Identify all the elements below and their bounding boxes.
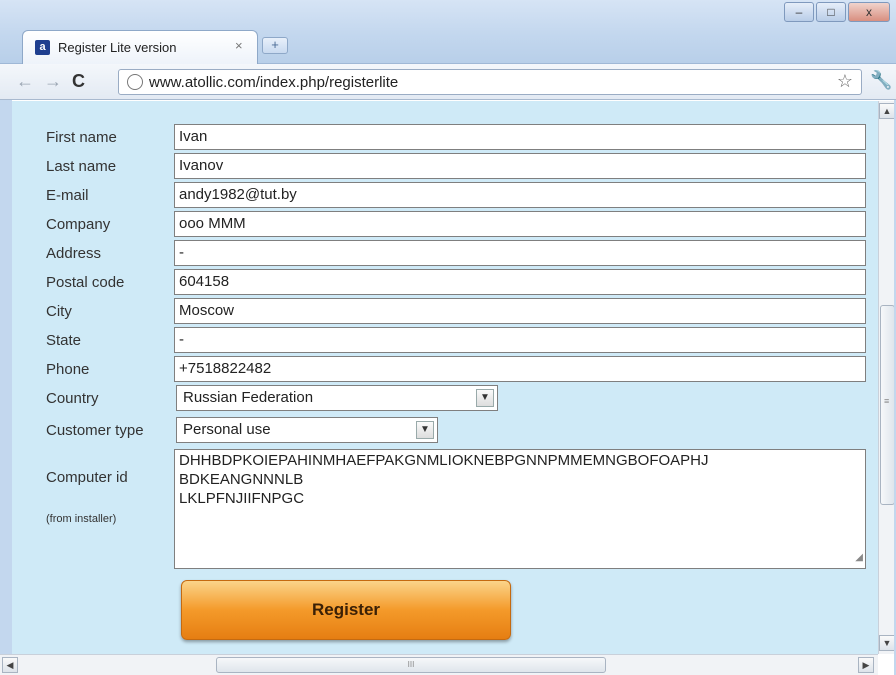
city-field[interactable]: Moscow bbox=[174, 298, 866, 324]
address-label: Address bbox=[46, 245, 102, 262]
atollic-favicon-icon: a bbox=[35, 40, 50, 55]
computer-id-line: LKLPFNJIIFNPGC bbox=[179, 490, 305, 507]
scroll-grip-icon: ≡ bbox=[884, 396, 890, 406]
new-tab-button[interactable]: + bbox=[262, 37, 288, 54]
minimize-button[interactable]: – bbox=[784, 2, 814, 22]
customer-type-label: Customer type bbox=[46, 422, 144, 439]
register-button[interactable]: Register bbox=[181, 580, 511, 640]
country-select[interactable]: Russian Federation ▼ bbox=[176, 385, 498, 411]
horizontal-scroll-thumb[interactable]: III bbox=[216, 657, 606, 673]
state-field[interactable]: - bbox=[174, 327, 866, 353]
computer-id-line: DHHBDPKOIEPAHINMHAEFPAKGNMLIOKNEBPGNNPMM… bbox=[179, 452, 709, 469]
close-window-button[interactable]: x bbox=[848, 2, 890, 22]
computer-id-textarea[interactable]: DHHBDPKOIEPAHINMHAEFPAKGNMLIOKNEBPGNNPMM… bbox=[174, 449, 866, 569]
last-name-label: Last name bbox=[46, 158, 117, 175]
horizontal-scrollbar[interactable]: ◀ III ▶ bbox=[0, 654, 878, 675]
scroll-right-icon[interactable]: ▶ bbox=[858, 657, 874, 673]
country-label: Country bbox=[46, 390, 99, 407]
tab-register-lite[interactable]: a Register Lite version × bbox=[22, 30, 258, 64]
address-bar[interactable]: www.atollic.com/index.php/registerlite ☆ bbox=[118, 69, 862, 95]
phone-label: Phone bbox=[46, 361, 90, 378]
company-field[interactable]: ooo MMM bbox=[174, 211, 866, 237]
window-controls: – □ x bbox=[782, 2, 890, 24]
scroll-down-icon[interactable]: ▼ bbox=[879, 635, 895, 651]
email-label: E-mail bbox=[46, 187, 89, 204]
computer-id-label: Computer id bbox=[46, 469, 128, 486]
browser-titlebar: a Register Lite version × + – □ x bbox=[0, 0, 896, 64]
customer-type-select[interactable]: Personal use ▼ bbox=[176, 417, 438, 443]
address-field[interactable]: - bbox=[174, 240, 866, 266]
tab-title: Register Lite version bbox=[58, 40, 177, 55]
first-name-field[interactable]: Ivan bbox=[174, 124, 866, 150]
scroll-left-icon[interactable]: ◀ bbox=[2, 657, 18, 673]
back-arrow-icon[interactable]: ← bbox=[16, 71, 34, 92]
globe-icon bbox=[127, 74, 143, 90]
email-field[interactable]: andy1982@tut.by bbox=[174, 182, 866, 208]
chevron-down-icon[interactable]: ▼ bbox=[416, 421, 434, 439]
maximize-button[interactable]: □ bbox=[816, 2, 846, 22]
tab-close-icon[interactable]: × bbox=[235, 38, 243, 53]
phone-field[interactable]: +7518822482 bbox=[174, 356, 866, 382]
customer-type-selected-value: Personal use bbox=[183, 421, 271, 438]
window-frame-left bbox=[0, 100, 12, 675]
forward-arrow-icon[interactable]: → bbox=[44, 71, 62, 92]
company-label: Company bbox=[46, 216, 111, 233]
vertical-scroll-thumb[interactable]: ≡ bbox=[880, 305, 895, 505]
country-selected-value: Russian Federation bbox=[183, 389, 314, 406]
resize-grip-icon[interactable]: ◢ bbox=[855, 548, 863, 567]
computer-id-sublabel: (from installer) bbox=[46, 513, 117, 525]
city-label: City bbox=[46, 303, 72, 320]
reload-icon[interactable]: C bbox=[72, 71, 85, 92]
scroll-up-icon[interactable]: ▲ bbox=[879, 103, 895, 119]
page-viewport: First name Ivan Last name Ivanov E-mail … bbox=[12, 101, 878, 654]
wrench-menu-icon[interactable]: 🔧 bbox=[870, 70, 892, 91]
bookmark-star-icon[interactable]: ☆ bbox=[837, 71, 853, 92]
browser-toolbar: ← → C www.atollic.com/index.php/register… bbox=[0, 64, 896, 100]
last-name-field[interactable]: Ivanov bbox=[174, 153, 866, 179]
computer-id-line: BDKEANGNNNLB bbox=[179, 471, 304, 488]
url-text: www.atollic.com/index.php/registerlite bbox=[149, 74, 399, 91]
postal-code-label: Postal code bbox=[46, 274, 125, 291]
first-name-label: First name bbox=[46, 129, 117, 146]
chevron-down-icon[interactable]: ▼ bbox=[476, 389, 494, 407]
state-label: State bbox=[46, 332, 82, 349]
postal-code-field[interactable]: 604158 bbox=[174, 269, 866, 295]
